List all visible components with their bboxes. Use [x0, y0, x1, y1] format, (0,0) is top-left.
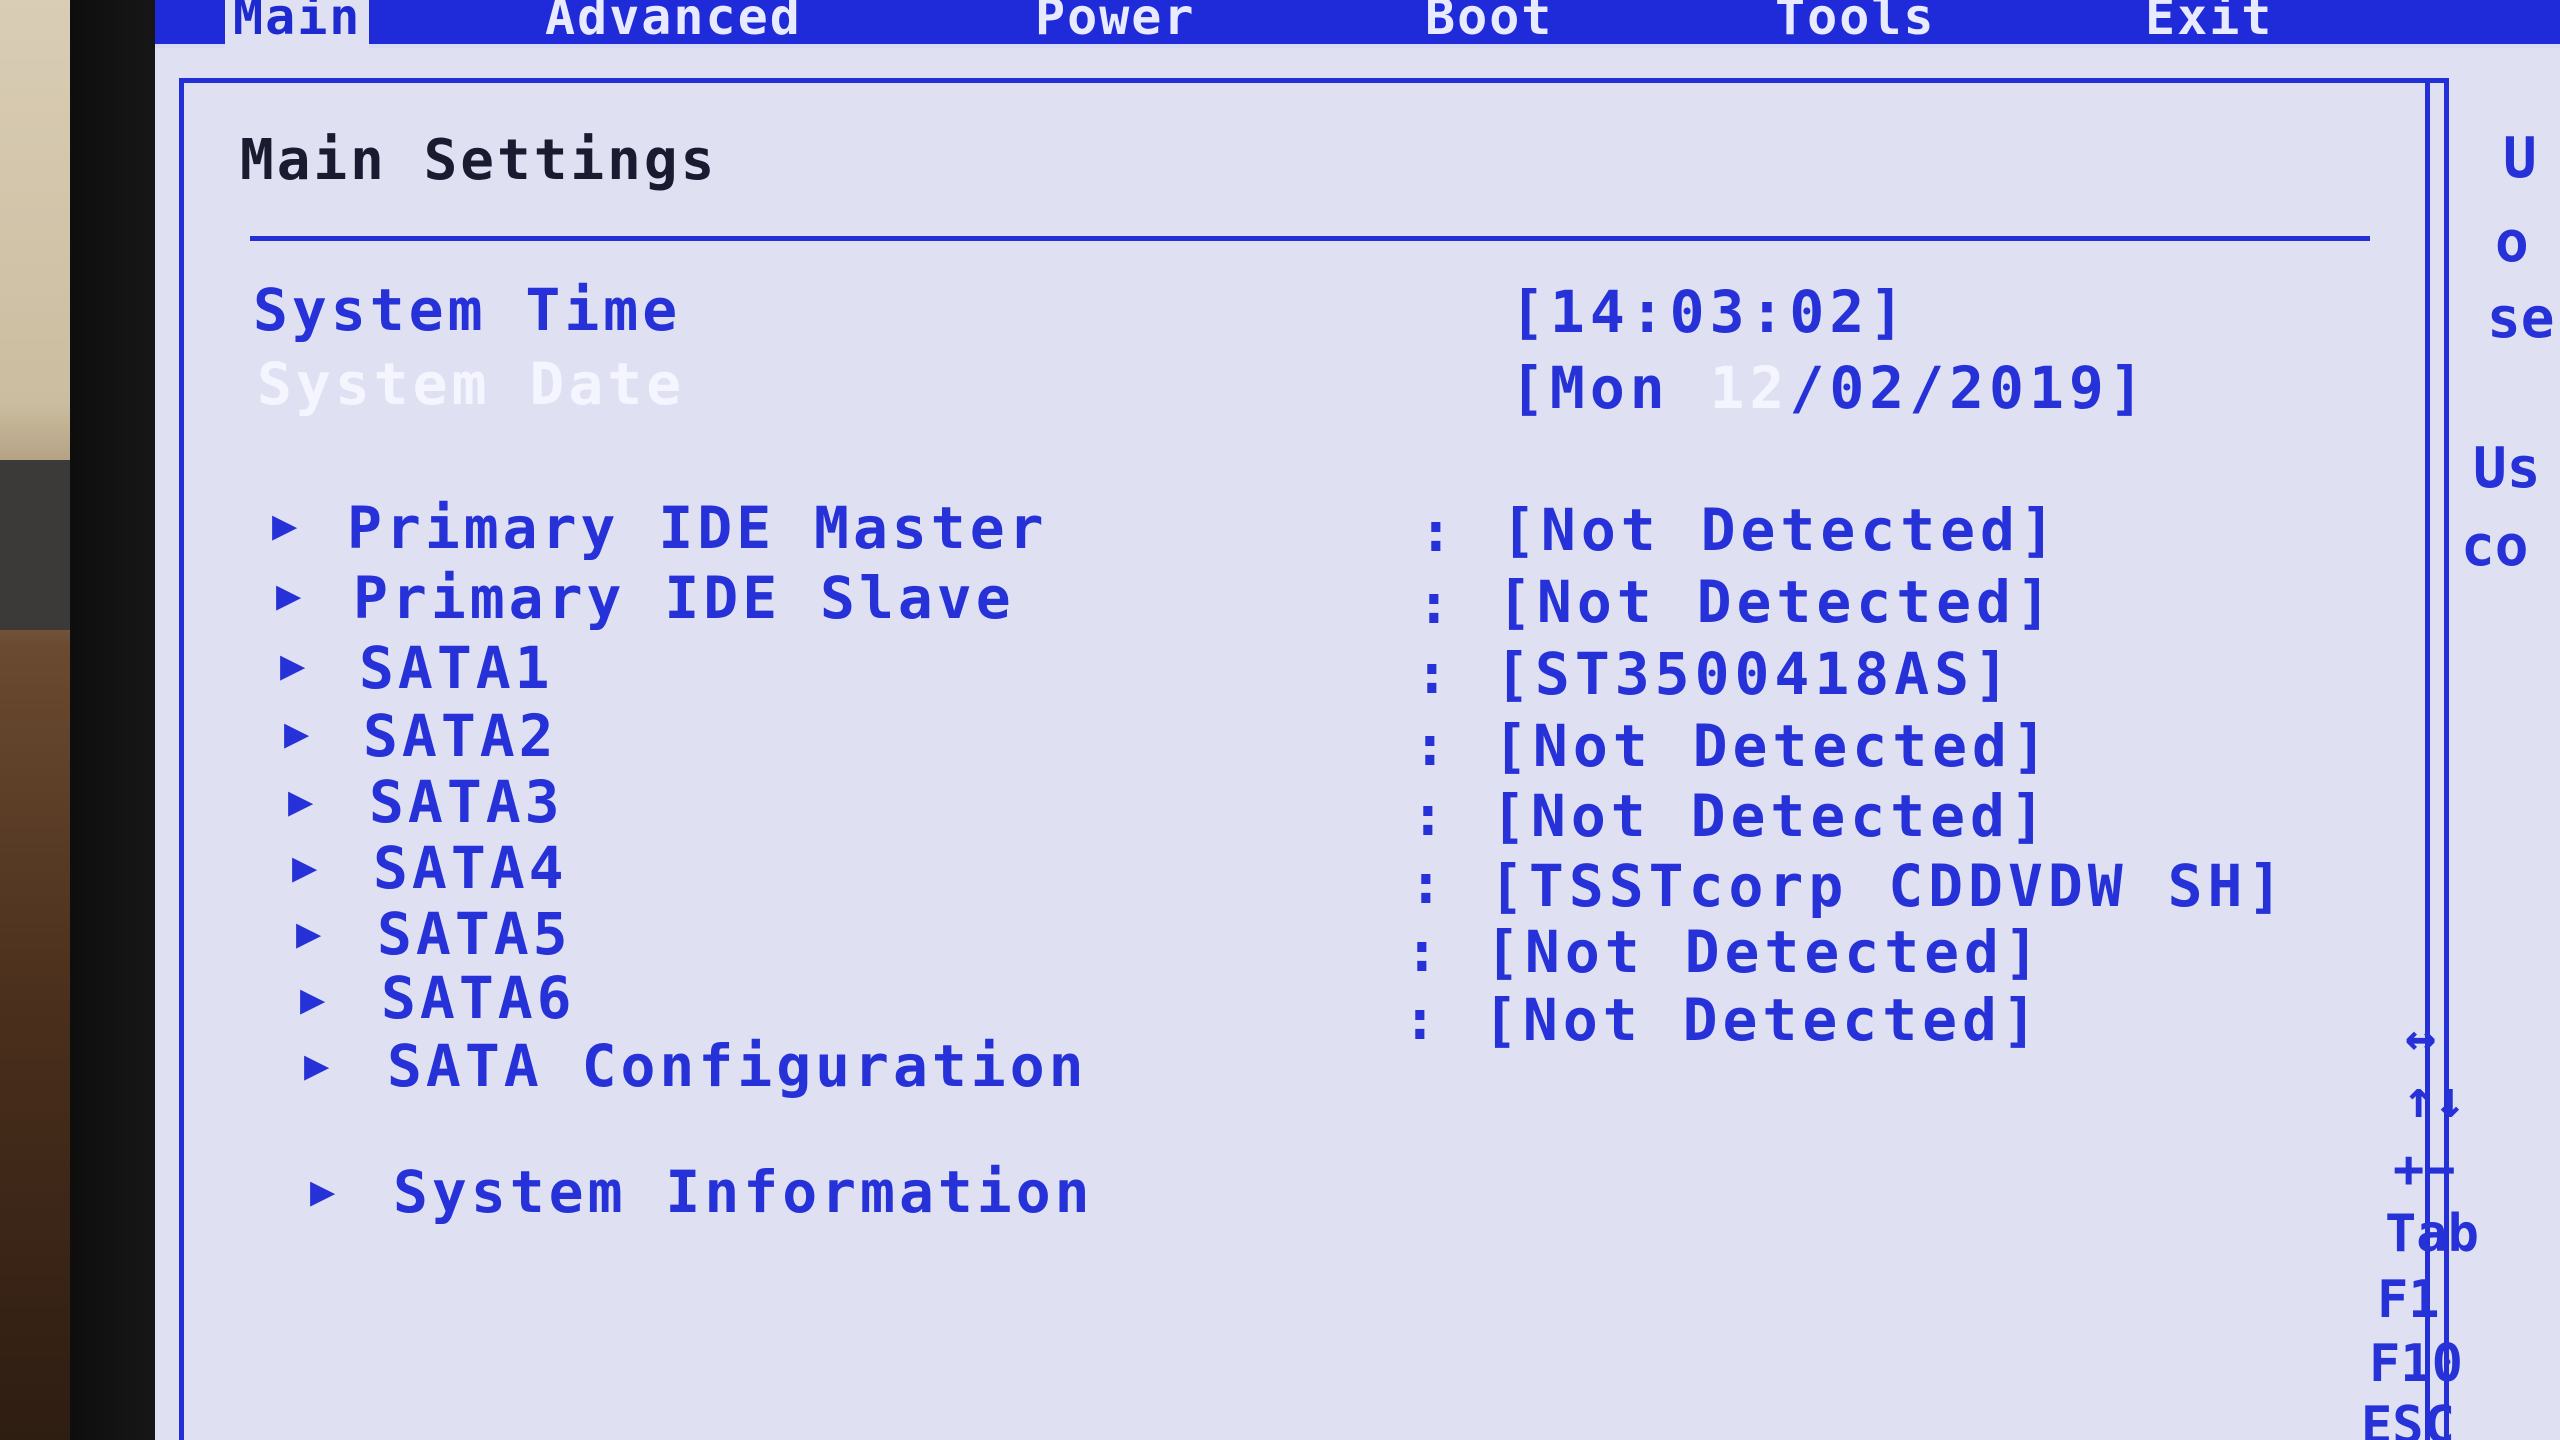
device-item-sata6[interactable]: SATA6	[381, 964, 576, 1032]
device-item-primary-ide-master[interactable]: Primary IDE Master	[347, 494, 1048, 562]
system-date-suffix: /02/2019]	[1789, 354, 2149, 422]
system-date-label[interactable]: System Date	[257, 350, 685, 418]
system-date-month-highlight: 12	[1709, 354, 1790, 422]
separator: :	[1415, 642, 1449, 707]
help-line: o	[2495, 210, 2529, 275]
system-time-label[interactable]: System Time	[253, 276, 681, 344]
device-item-sata1[interactable]: SATA1	[359, 634, 554, 702]
sata-configuration-item[interactable]: SATA Configuration	[387, 1032, 1088, 1100]
device-value-sata5: [Not Detected]	[1485, 918, 2044, 986]
key-f1: F1	[2377, 1270, 2440, 1330]
separator: :	[1419, 500, 1453, 565]
device-value-sata2: [Not Detected]	[1493, 712, 2052, 780]
submenu-arrow-icon: ▶	[284, 708, 310, 757]
help-line: U	[2503, 126, 2537, 191]
key-tab: Tab	[2385, 1204, 2479, 1264]
device-item-sata4[interactable]: SATA4	[373, 834, 568, 902]
device-item-sata5[interactable]: SATA5	[377, 900, 572, 968]
key-up-down-icon: ↑↓	[2403, 1070, 2466, 1130]
separator: :	[1411, 784, 1445, 849]
submenu-arrow-icon: ▶	[296, 908, 322, 957]
submenu-arrow-icon: ▶	[272, 500, 298, 549]
device-value-sata3: [Not Detected]	[1491, 782, 2050, 850]
separator: :	[1409, 852, 1443, 917]
separator: :	[1413, 714, 1447, 779]
system-information-item[interactable]: System Information	[393, 1158, 1094, 1226]
key-f10: F10	[2369, 1334, 2463, 1394]
help-line: Us	[2473, 436, 2541, 501]
device-item-primary-ide-slave[interactable]: Primary IDE Slave	[353, 564, 1015, 632]
system-date-field[interactable]: [Mon 12/02/2019]	[1510, 354, 2149, 422]
submenu-arrow-icon: ▶	[310, 1166, 336, 1215]
device-item-sata3[interactable]: SATA3	[369, 768, 564, 836]
device-item-sata2[interactable]: SATA2	[363, 702, 558, 770]
title-divider	[250, 236, 2370, 241]
device-value-primary-ide-slave: [Not Detected]	[1497, 568, 2056, 636]
separator: :	[1403, 988, 1437, 1053]
tab-exit[interactable]: Exit	[2145, 0, 2273, 48]
bios-screen: Main Advanced Power Boot Tools Exit Main…	[155, 0, 2560, 1440]
device-value-sata6: [Not Detected]	[1483, 986, 2042, 1054]
tab-tools[interactable]: Tools	[1775, 0, 1936, 48]
separator: :	[1417, 572, 1451, 637]
submenu-arrow-icon: ▶	[276, 570, 302, 619]
key-esc: ESC	[2361, 1396, 2455, 1440]
tab-advanced[interactable]: Advanced	[545, 0, 802, 48]
system-time-field[interactable]: [14:03:02]	[1510, 278, 1909, 346]
separator: :	[1405, 920, 1439, 985]
help-line: se	[2487, 286, 2555, 351]
submenu-arrow-icon: ▶	[288, 776, 314, 825]
tab-power[interactable]: Power	[1035, 0, 1196, 48]
submenu-arrow-icon: ▶	[280, 640, 306, 689]
tab-main[interactable]: Main	[225, 0, 370, 48]
submenu-arrow-icon: ▶	[304, 1040, 330, 1089]
device-value-sata4: [TSSTcorp CDDVDW SH]	[1489, 852, 2288, 920]
bios-menu-bar: Main Advanced Power Boot Tools Exit	[155, 0, 2560, 48]
submenu-arrow-icon: ▶	[300, 974, 326, 1023]
system-date-prefix: [Mon	[1510, 354, 1710, 422]
key-plus-minus: +−	[2393, 1140, 2456, 1200]
key-left-right-icon: ↔	[2405, 1008, 2437, 1068]
page-title: Main Settings	[240, 128, 718, 193]
help-line: co	[2461, 514, 2529, 579]
device-value-sata1: [ST3500418AS]	[1495, 640, 2014, 708]
device-value-primary-ide-master: [Not Detected]	[1501, 496, 2060, 564]
tab-boot[interactable]: Boot	[1425, 0, 1553, 48]
submenu-arrow-icon: ▶	[292, 842, 318, 891]
